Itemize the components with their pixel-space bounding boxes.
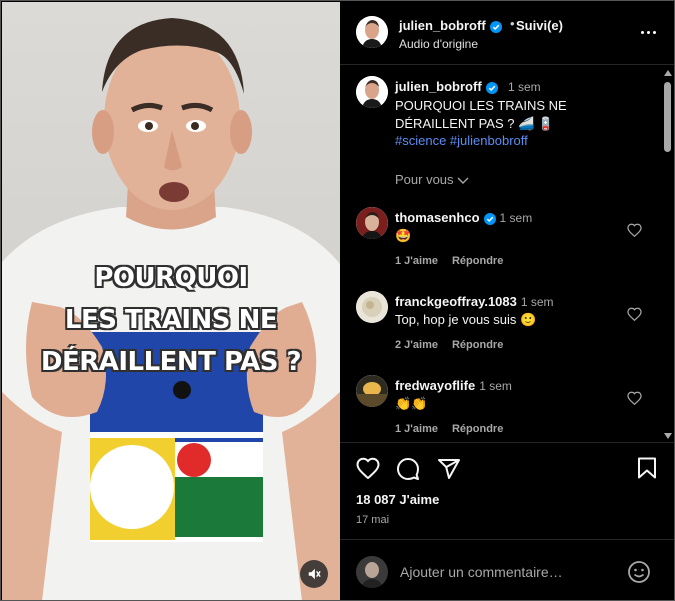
caption-time: 1 sem — [508, 80, 541, 94]
reply-button[interactable]: Répondre — [452, 423, 503, 435]
comment-time: 1 sem — [479, 379, 512, 393]
bookmark-icon[interactable] — [637, 457, 657, 479]
audio-link[interactable]: Audio d'origine — [399, 37, 478, 51]
caption-text: POURQUOI LES TRAINS NE DÉRAILLENT PAS ? … — [395, 98, 567, 131]
overlay-line-3: DÉRAILLENT PAS ? — [40, 347, 302, 377]
comment-meta: 2 J'aime Répondre — [395, 339, 517, 351]
commenter-username[interactable]: fredwayoflife 1 sem — [395, 378, 512, 393]
scroll-up-arrow-icon[interactable] — [664, 70, 672, 76]
comment-meta: 1 J'aime Répondre — [395, 423, 517, 435]
emoji-smiley-icon[interactable] — [627, 560, 651, 584]
comment-meta: 1 J'aime Répondre — [395, 255, 517, 267]
comment-time: 1 sem — [499, 211, 533, 225]
caption-username[interactable]: julien_bobroff — [395, 79, 498, 94]
reply-button[interactable]: Répondre — [452, 255, 503, 267]
comment-time: 1 sem — [520, 295, 554, 309]
verified-badge-icon — [483, 212, 496, 225]
like-heart-icon[interactable] — [356, 457, 380, 479]
add-comment-bar — [340, 539, 674, 600]
heart-icon[interactable] — [627, 223, 642, 237]
comment-likes[interactable]: 1 J'aime — [395, 423, 438, 435]
caption-avatar[interactable] — [356, 76, 388, 108]
comment-likes[interactable]: 1 J'aime — [395, 255, 438, 267]
commenter-username[interactable]: franckgeoffray.1083 1 sem — [395, 294, 554, 309]
commenter-username[interactable]: thomasenhco 1 sem — [395, 210, 532, 225]
comments-list[interactable]: julien_bobroff 1 sem POURQUOI LES TRAINS… — [340, 66, 674, 443]
speaker-muted-icon — [308, 568, 321, 580]
comment-item: thomasenhco 1 sem 🤩 1 J'aime Répondre — [340, 207, 660, 287]
share-send-icon[interactable] — [437, 457, 461, 481]
comment-bubble-icon[interactable] — [396, 457, 420, 481]
post-panel: julien_bobroff • Suivi(e) Audio d'origin… — [340, 2, 674, 600]
commenter-avatar[interactable] — [356, 207, 388, 239]
scroll-down-arrow-icon[interactable] — [664, 433, 672, 439]
chevron-down-icon — [457, 177, 469, 184]
follow-button[interactable]: Suivi(e) — [516, 18, 563, 33]
heart-icon[interactable] — [627, 307, 642, 321]
commenter-avatar[interactable] — [356, 291, 388, 323]
comment-likes[interactable]: 2 J'aime — [395, 339, 438, 351]
comment-text: Top, hop je vous suis 🙂 — [395, 312, 537, 327]
scrollbar-thumb[interactable] — [664, 82, 671, 152]
comment-text: 🤩 — [395, 228, 412, 243]
for-you-filter[interactable]: Pour vous — [395, 172, 469, 187]
post-actions — [340, 457, 674, 487]
verified-badge-icon — [489, 20, 502, 33]
post-header: julien_bobroff • Suivi(e) Audio d'origin… — [340, 2, 674, 65]
overlay-line-1: POURQUOI — [94, 263, 248, 293]
comment-input[interactable] — [400, 562, 620, 582]
more-options-icon[interactable] — [636, 22, 660, 42]
author-avatar[interactable] — [356, 16, 388, 48]
current-user-avatar — [356, 556, 388, 588]
heart-icon[interactable] — [627, 391, 642, 405]
post-date: 17 mai — [356, 514, 390, 526]
like-count[interactable]: 18 087 J'aime — [356, 492, 439, 507]
comment-item: fredwayoflife 1 sem 👏👏 1 J'aime Répondre — [340, 375, 660, 442]
comments-scrollbar[interactable] — [663, 66, 673, 443]
caption-hashtags[interactable]: #science #julienbobroff — [395, 133, 528, 148]
video-overlay-title: POURQUOI LES TRAINS NE DÉRAILLENT PAS ? — [2, 257, 340, 383]
comment-item: franckgeoffray.1083 1 sem Top, hop je vou… — [340, 291, 660, 371]
author-username[interactable]: julien_bobroff — [399, 18, 502, 33]
commenter-avatar[interactable] — [356, 375, 388, 407]
mute-button[interactable] — [300, 560, 328, 588]
separator-dot: • — [510, 16, 515, 31]
verified-badge-icon — [485, 81, 498, 94]
reply-button[interactable]: Répondre — [452, 339, 503, 351]
reel-window: POURQUOI LES TRAINS NE DÉRAILLENT PAS ? … — [0, 0, 675, 601]
comment-text: 👏👏 — [395, 396, 428, 411]
overlay-line-2: LES TRAINS NE — [64, 305, 278, 335]
reel-video[interactable]: POURQUOI LES TRAINS NE DÉRAILLENT PAS ? — [2, 2, 340, 600]
